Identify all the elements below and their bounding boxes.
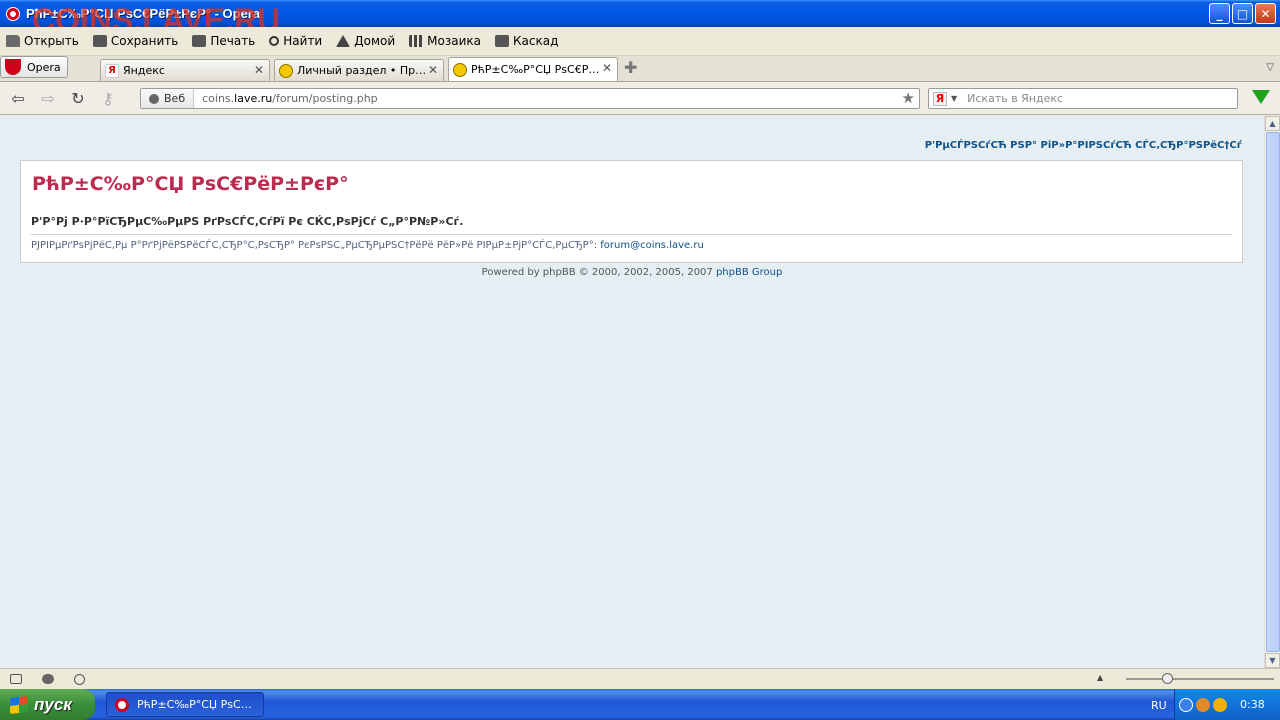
address-field[interactable]: Веб coins.lave.ru/forum/posting.php ★ — [140, 88, 920, 109]
clock: 0:38 — [1240, 698, 1265, 711]
status-bar: ▲ — [0, 668, 1280, 689]
tab-close-icon[interactable]: ✕ — [602, 61, 612, 75]
tab-list-chevron-icon[interactable]: ▽ — [1266, 62, 1274, 73]
scroll-down-icon[interactable]: ▼ — [1265, 653, 1280, 668]
tray-opera-icon[interactable] — [1213, 697, 1227, 712]
search-placeholder: Искать в Яндекс — [967, 92, 1064, 105]
panel-toggle-icon[interactable] — [10, 674, 22, 684]
tab-personal-section[interactable]: Личный раздел • Просм... ✕ — [274, 59, 444, 81]
print-button[interactable]: Печать — [192, 34, 255, 48]
tab-label: Личный раздел • Просм... — [297, 64, 432, 77]
reload-icon[interactable]: ↻ — [66, 86, 90, 110]
scroll-thumb[interactable] — [1266, 132, 1280, 652]
zoom-up-icon[interactable]: ▲ — [1097, 673, 1103, 682]
contact-email-link[interactable]: forum@coins.lave.ru — [600, 240, 704, 251]
web-badge[interactable]: Веб — [141, 89, 195, 108]
new-tab-plus-icon[interactable]: ✚ — [624, 58, 637, 77]
folder-icon — [6, 35, 20, 47]
cascade-button[interactable]: Каскад — [495, 34, 558, 48]
tab-error-page[interactable]: РћР±С‰Р°СЏ РѕС€РёР... ✕ — [448, 57, 618, 81]
home-button[interactable]: Домой — [336, 34, 395, 48]
key-icon[interactable]: ⚷ — [96, 86, 120, 110]
scroll-up-icon[interactable]: ▲ — [1265, 116, 1280, 131]
yandex-search-icon[interactable]: Я — [933, 91, 947, 106]
back-to-home-link[interactable]: Р'РµСЃРЅСѓСЋ РЅР° РіР»Р°РІРЅСѓСЋ СЃС‚СЂР… — [925, 140, 1242, 151]
yandex-favicon-icon: Я — [105, 63, 119, 78]
system-tray: 0:38 — [1174, 689, 1280, 720]
bookmark-star-icon[interactable]: ★ — [902, 89, 915, 107]
tab-bar: Opera Я Яндекс ✕ Личный раздел • Просм..… — [0, 56, 1280, 82]
print-icon — [192, 35, 207, 47]
main-toolbar: Открыть Сохранить Печать Найти Домой Моз… — [0, 27, 1280, 56]
divider — [31, 234, 1232, 235]
maximize-button[interactable]: □ — [1232, 3, 1253, 24]
windows-flag-icon — [10, 695, 28, 714]
cascade-icon — [495, 35, 509, 47]
window-controls: _ □ ✕ — [1209, 3, 1276, 24]
close-button[interactable]: ✕ — [1255, 3, 1276, 24]
smiley-favicon-icon — [279, 63, 293, 78]
home-icon — [336, 35, 351, 47]
back-arrow-icon[interactable]: ⇦ — [6, 86, 30, 110]
opera-icon — [5, 59, 21, 75]
zoom-slider[interactable] — [1126, 673, 1274, 684]
error-message: Р'Р°Рј Р·Р°РїСЂРµС‰РµРЅ РґРѕСЃС‚СѓРї Рє … — [31, 215, 464, 228]
save-button[interactable]: Сохранить — [92, 34, 178, 48]
find-button[interactable]: Найти — [269, 34, 322, 48]
tab-label: Яндекс — [123, 64, 165, 77]
address-toolbar: ⇦ ⇨ ↻ ⚷ Веб coins.lave.ru/forum/posting.… — [0, 82, 1280, 115]
turbo-gauge-icon[interactable] — [74, 673, 85, 685]
vertical-scrollbar[interactable]: ▲ ▼ — [1264, 116, 1280, 668]
zoom-slider-knob[interactable] — [1162, 673, 1173, 684]
unite-cloud-icon[interactable] — [42, 674, 54, 684]
window-titlebar[interactable]: РћР±С‰Р°СЏ РѕС€РёР±РєР° - Opera COINS.LA… — [0, 0, 1280, 38]
page-viewport: Р'РµСЃРЅСѓСЋ РЅР° РіР»Р°РІРЅСѓСЋ СЃС‚СЂР… — [0, 116, 1264, 668]
tab-close-icon[interactable]: ✕ — [428, 63, 438, 77]
phpbb-group-link[interactable]: phpBB Group — [716, 267, 782, 278]
windows-taskbar: пуск РћР±С‰Р°СЏ РѕС€Р... RU 0:38 — [0, 689, 1280, 720]
tray-expand-icon[interactable] — [1179, 697, 1193, 712]
url-text: coins.lave.ru/forum/posting.php — [202, 92, 378, 105]
tab-label: РћР±С‰Р°СЏ РѕС€РёР... — [471, 63, 606, 76]
minimize-button[interactable]: _ — [1209, 3, 1230, 24]
opera-logo-icon — [6, 6, 20, 21]
page-title: РћР±С‰Р°СЏ РѕС€РёР±РєР° — [32, 173, 349, 195]
open-button[interactable]: Открыть — [6, 34, 79, 48]
tile-button[interactable]: Мозаика — [409, 34, 481, 48]
globe-icon — [149, 93, 159, 104]
download-arrow-icon[interactable] — [1252, 90, 1270, 104]
error-panel: РћР±С‰Р°СЏ РѕС€РёР±РєР° Р'Р°Рј Р·Р°РїСЂР… — [20, 160, 1243, 263]
tab-close-icon[interactable]: ✕ — [254, 63, 264, 77]
search-icon — [269, 36, 280, 46]
tray-app-icon[interactable] — [1196, 697, 1210, 712]
window-title: РћР±С‰Р°СЏ РѕС€РёР±РєР° - Opera — [26, 6, 261, 21]
search-input[interactable]: Я ▼ Искать в Яндекс — [928, 88, 1238, 109]
chevron-down-icon[interactable]: ▼ — [951, 94, 957, 103]
opera-menu-button[interactable]: Opera — [0, 56, 68, 78]
opera-icon — [115, 697, 129, 712]
save-icon — [92, 35, 107, 47]
taskbar-item-opera[interactable]: РћР±С‰Р°СЏ РѕС€Р... — [106, 692, 264, 717]
tab-yandex[interactable]: Я Яндекс ✕ — [100, 59, 270, 81]
powered-by-footer: Powered by phpBB © 2000, 2002, 2005, 200… — [481, 267, 783, 278]
smiley-favicon-icon — [453, 62, 467, 77]
tile-icon — [409, 35, 424, 47]
contact-line: РЈРІРµРґРѕРјРёС‚Рµ Р°РґРјРёРЅРёСЃС‚СЂР°С… — [31, 240, 704, 251]
language-indicator[interactable]: RU — [1151, 699, 1167, 712]
start-button[interactable]: пуск — [0, 689, 95, 720]
forward-arrow-icon[interactable]: ⇨ — [36, 86, 60, 110]
